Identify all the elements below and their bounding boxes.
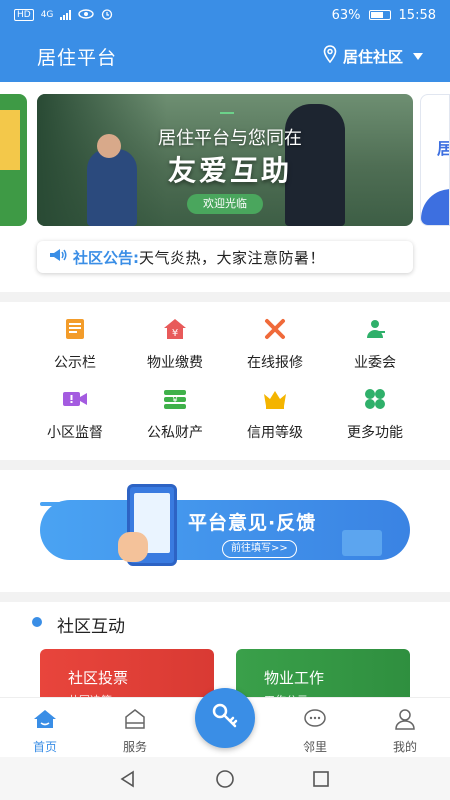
clover-icon <box>362 386 388 412</box>
svg-text:¥: ¥ <box>172 328 178 339</box>
chat-icon <box>302 706 328 732</box>
banner-subtitle: 居住平台与您同在 <box>158 128 302 149</box>
bulletin-icon <box>62 316 88 342</box>
clock: 15:58 <box>398 7 436 23</box>
grid-label: 公私财产 <box>147 425 203 441</box>
hd-indicator: HD <box>14 9 34 21</box>
center-action-button[interactable] <box>195 688 255 748</box>
banner-prev-peek[interactable] <box>0 94 27 226</box>
committee-icon <box>362 316 388 342</box>
banner-next-peek[interactable]: 居 <box>420 94 450 226</box>
signal-icon <box>60 10 72 20</box>
user-icon <box>392 706 418 732</box>
section-dot <box>32 617 42 627</box>
function-grid: 公示栏 ¥ 物业缴费 在线报修 业委会 小区监督 ¥ 公私财产 信用等级 更多功… <box>0 302 450 460</box>
banner-welcome-button[interactable]: 欢迎光临 <box>187 194 263 214</box>
recents-icon[interactable] <box>311 769 331 793</box>
money-stack-icon: ¥ <box>162 386 188 412</box>
banner-next-glyph: 居 <box>437 135 449 159</box>
battery-percent: 63% <box>331 7 361 23</box>
nav-label: 我的 <box>392 740 417 754</box>
grid-item-supervision[interactable]: 小区监督 <box>30 386 120 442</box>
community-heading: 社区互动 <box>57 617 125 637</box>
svg-text:¥: ¥ <box>172 396 177 405</box>
feedback-go-button[interactable]: 前往填写>> <box>222 540 297 558</box>
notice-text: 天气炎热，大家注意防暑！ <box>139 248 326 267</box>
card-title: 物业工作 <box>264 669 325 687</box>
home-circle-icon[interactable] <box>215 769 235 793</box>
grid-item-property-fee[interactable]: ¥ 物业缴费 <box>130 316 220 372</box>
key-icon <box>210 701 240 735</box>
card-title: 社区投票 <box>68 669 129 687</box>
house-yen-icon: ¥ <box>162 316 188 342</box>
banner-section: 居住平台与您同在 友爱互助 欢迎光临 居 社区公告: 天气炎热，大家注意防暑！ <box>0 82 450 292</box>
notice-label: 社区公告: <box>73 248 139 267</box>
grid-item-more[interactable]: 更多功能 <box>330 386 420 442</box>
system-nav-bar <box>0 757 450 800</box>
service-icon <box>122 706 148 732</box>
nav-mine[interactable]: 我的 <box>370 706 440 755</box>
app-header: 居住平台 居住社区 <box>0 30 450 82</box>
back-icon[interactable] <box>118 769 138 793</box>
banner-title: 友爱互助 <box>167 154 292 187</box>
crown-icon <box>262 386 288 412</box>
community-notice[interactable]: 社区公告: 天气炎热，大家注意防暑！ <box>37 241 413 273</box>
nav-service[interactable]: 服务 <box>100 706 170 755</box>
grid-item-assets[interactable]: ¥ 公私财产 <box>130 386 220 442</box>
grid-item-committee[interactable]: 业委会 <box>330 316 420 372</box>
location-label: 居住社区 <box>342 47 403 66</box>
grid-item-credit[interactable]: 信用等级 <box>230 386 320 442</box>
grid-item-repair[interactable]: 在线报修 <box>230 316 320 372</box>
location-selector[interactable]: 居住社区 <box>323 45 423 67</box>
tools-icon <box>262 316 288 342</box>
grid-label: 信用等级 <box>247 425 303 441</box>
envelope-icon <box>342 530 382 556</box>
grid-item-bulletin[interactable]: 公示栏 <box>30 316 120 372</box>
status-bar: HD 4G 63% 15:58 <box>0 0 450 30</box>
nav-home[interactable]: 首页 <box>10 706 80 755</box>
eye-icon <box>78 8 95 22</box>
nav-label: 首页 <box>32 740 57 754</box>
banner-carousel[interactable]: 居住平台与您同在 友爱互助 欢迎光临 <box>37 94 413 226</box>
megaphone-icon <box>49 248 67 266</box>
grid-label: 在线报修 <box>247 355 303 371</box>
grid-label: 物业缴费 <box>147 355 203 371</box>
grid-label: 小区监督 <box>47 425 103 441</box>
app-title: 居住平台 <box>37 46 118 69</box>
banner-dash <box>220 112 234 114</box>
alarm-icon <box>101 8 113 23</box>
home-icon <box>32 706 58 732</box>
grid-label: 业委会 <box>354 355 396 371</box>
camera-icon <box>62 386 88 412</box>
nav-label: 邻里 <box>302 740 327 754</box>
grid-label: 公示栏 <box>54 355 96 371</box>
grid-label: 更多功能 <box>347 425 403 441</box>
feedback-section: 平台意见·反馈 前往填写>> <box>0 470 450 592</box>
chevron-down-icon <box>413 52 423 60</box>
feedback-title: 平台意见·反馈 <box>188 512 317 534</box>
location-pin-icon <box>323 45 337 67</box>
hand-illustration <box>118 532 148 562</box>
community-section: 社区互动 社区投票 共同决策 物业工作 工作公示 <box>0 602 450 709</box>
nav-label: 服务 <box>122 740 147 754</box>
battery-icon <box>368 10 391 20</box>
nav-neighbors[interactable]: 邻里 <box>280 706 350 755</box>
network-indicator: 4G <box>40 10 54 20</box>
